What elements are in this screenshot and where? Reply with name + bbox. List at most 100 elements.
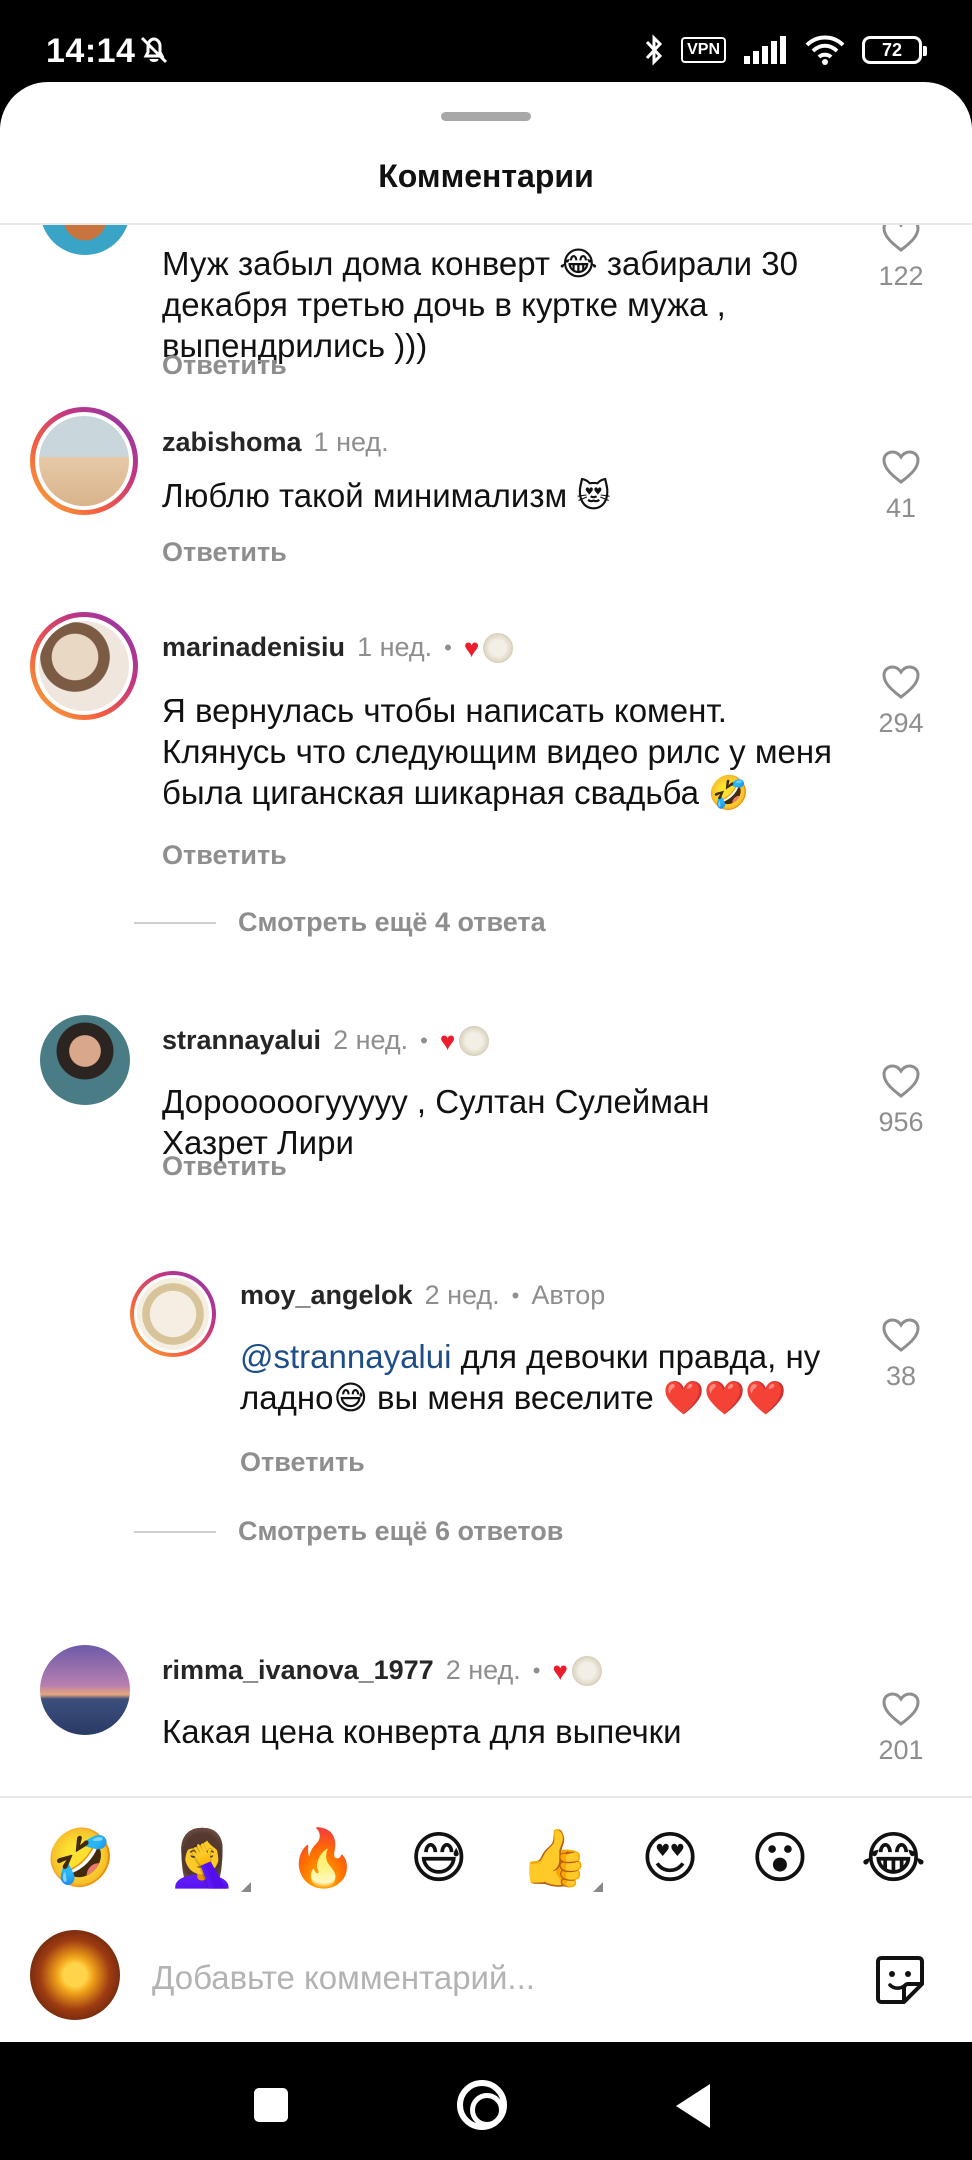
like-button[interactable]: 294: [872, 664, 930, 739]
comment-input-row: [0, 1918, 972, 2040]
avatar-image: [35, 412, 133, 510]
view-more-replies[interactable]: Смотреть ещё 4 ответа: [134, 907, 546, 938]
reply-button[interactable]: Ответить: [240, 1447, 365, 1478]
reply-button[interactable]: Ответить: [162, 537, 287, 568]
avatar-image: [35, 617, 133, 715]
timestamp: 2 нед.: [424, 1280, 500, 1310]
reply-button[interactable]: Ответить: [162, 840, 287, 871]
comments-list[interactable]: Муж забыл дома конверт 😂 забирали 30 дек…: [0, 225, 972, 1878]
emoji-open-mouth-button[interactable]: 😮: [751, 1830, 809, 1886]
view-more-text: Смотреть ещё 6 ответов: [238, 1516, 564, 1546]
system-nav-bar: [0, 2042, 972, 2160]
recents-button[interactable]: [254, 2088, 288, 2122]
reply-button[interactable]: Ответить: [162, 350, 287, 381]
emoji-rofl-button[interactable]: 🤣: [46, 1830, 116, 1886]
username[interactable]: zabishoma: [162, 427, 302, 458]
view-more-replies[interactable]: Смотреть ещё 6 ответов: [134, 1516, 563, 1547]
home-button[interactable]: [457, 2080, 507, 2130]
back-button[interactable]: [676, 2084, 710, 2128]
comment-meta: zabishoma 1 нед.: [162, 427, 389, 458]
comments-sheet: Комментарии Муж забыл дома конверт 😂 заб…: [0, 82, 972, 2042]
battery-level: 72: [881, 39, 903, 60]
view-more-text: Смотреть ещё 4 ответа: [238, 907, 546, 937]
comment-meta: moy_angelok 2 нед. • Автор: [240, 1280, 605, 1311]
battery-indicator: 72: [862, 36, 927, 64]
author-liked-badge: ♥: [439, 1025, 490, 1056]
emoji-joy-button[interactable]: 😂: [861, 1830, 926, 1886]
comment-input[interactable]: [152, 1954, 812, 2002]
author-mini-avatar: [483, 632, 514, 663]
red-heart-icon: ♥: [439, 1025, 456, 1056]
emoji-facepalm-glyph: 🤦‍♀️: [167, 1826, 237, 1889]
heart-outline-icon: [882, 665, 920, 699]
like-count: 201: [878, 1735, 924, 1765]
signal-icon: [744, 36, 786, 64]
emoji-thumbs-up-glyph: 👍: [519, 1826, 590, 1889]
emoji-sweat-smile-button[interactable]: 😅: [410, 1830, 468, 1886]
like-count: 38: [885, 1361, 917, 1391]
vpn-badge: VPN: [681, 37, 726, 63]
reply-button[interactable]: Ответить: [162, 1151, 287, 1182]
author-mini-avatar: [571, 1655, 602, 1686]
sticker-icon[interactable]: [872, 1952, 928, 2008]
emoji-facepalm-button[interactable]: 🤦‍♀️: [167, 1830, 251, 1892]
timestamp: 2 нед.: [333, 1025, 409, 1055]
avatar[interactable]: [40, 1645, 130, 1735]
separator-dot: •: [532, 1657, 541, 1683]
comment-meta: strannayalui 2 нед. • ♥: [162, 1025, 490, 1056]
like-button[interactable]: 201: [872, 1691, 930, 1766]
sheet-drag-handle[interactable]: [441, 112, 531, 121]
mention-link[interactable]: @strannayalui: [240, 1338, 451, 1375]
like-button[interactable]: 122: [872, 225, 930, 292]
like-button[interactable]: 38: [872, 1317, 930, 1392]
heart-outline-icon: [882, 1064, 920, 1098]
comment-text: Я вернулась чтобы написать комент. Кляну…: [162, 692, 832, 811]
comment-text: @strannayalui для девочки правда, ну лад…: [240, 1336, 840, 1418]
status-time: 14:14: [46, 32, 136, 70]
like-button[interactable]: 41: [872, 449, 930, 524]
avatar[interactable]: [30, 612, 138, 720]
heart-outline-icon: [882, 225, 920, 252]
like-count: 41: [885, 493, 917, 523]
comment-text: Люблю такой минимализм 😻: [162, 477, 611, 514]
view-more-line: [134, 1530, 216, 1533]
like-count: 294: [878, 708, 924, 738]
separator-dot: •: [420, 1027, 428, 1053]
separator-dot: •: [444, 634, 452, 660]
emoji-fire-button[interactable]: 🔥: [288, 1830, 358, 1886]
username[interactable]: rimma_ivanova_1977: [162, 1655, 434, 1686]
status-icons: VPN 72: [643, 30, 927, 70]
username[interactable]: marinadenisiu: [162, 632, 345, 663]
comment-text: Муж забыл дома конверт 😂 забирали 30 дек…: [162, 245, 798, 364]
mute-bell-icon: [140, 36, 168, 64]
bluetooth-icon: [645, 34, 663, 66]
skin-tone-indicator: [593, 1882, 604, 1892]
avatar[interactable]: [30, 407, 138, 515]
skin-tone-indicator: [240, 1882, 251, 1892]
view-more-line: [134, 921, 216, 924]
timestamp: 2 нед.: [445, 1655, 521, 1685]
username[interactable]: strannayalui: [162, 1025, 321, 1056]
heart-outline-icon: [882, 450, 920, 484]
username[interactable]: moy_angelok: [240, 1280, 413, 1311]
avatar-image: [134, 1275, 212, 1353]
current-user-avatar[interactable]: [30, 1930, 120, 2020]
timestamp: 1 нед.: [357, 632, 433, 662]
separator-dot: •: [511, 1282, 520, 1308]
author-label: Автор: [531, 1280, 606, 1310]
comment-meta: rimma_ivanova_1977 2 нед. • ♥: [162, 1655, 602, 1686]
heart-outline-icon: [882, 1318, 920, 1352]
emoji-heart-eyes-button[interactable]: 😍: [641, 1830, 699, 1886]
timestamp: 1 нед.: [313, 427, 389, 457]
avatar[interactable]: [40, 1015, 130, 1105]
wifi-icon: [805, 35, 845, 65]
avatar[interactable]: [40, 225, 130, 255]
like-count: 122: [878, 261, 924, 291]
comment-text: Какая цена конверта для выпечки: [162, 1713, 682, 1750]
emoji-thumbs-up-button[interactable]: 👍: [520, 1830, 604, 1892]
like-button[interactable]: 956: [872, 1063, 930, 1138]
avatar[interactable]: [130, 1271, 216, 1357]
emoji-quick-bar: 🤣 🤦‍♀️ 🔥 😅 👍 😍 😮 😂: [0, 1796, 972, 1918]
like-count: 956: [878, 1107, 924, 1137]
author-mini-avatar: [459, 1025, 490, 1056]
